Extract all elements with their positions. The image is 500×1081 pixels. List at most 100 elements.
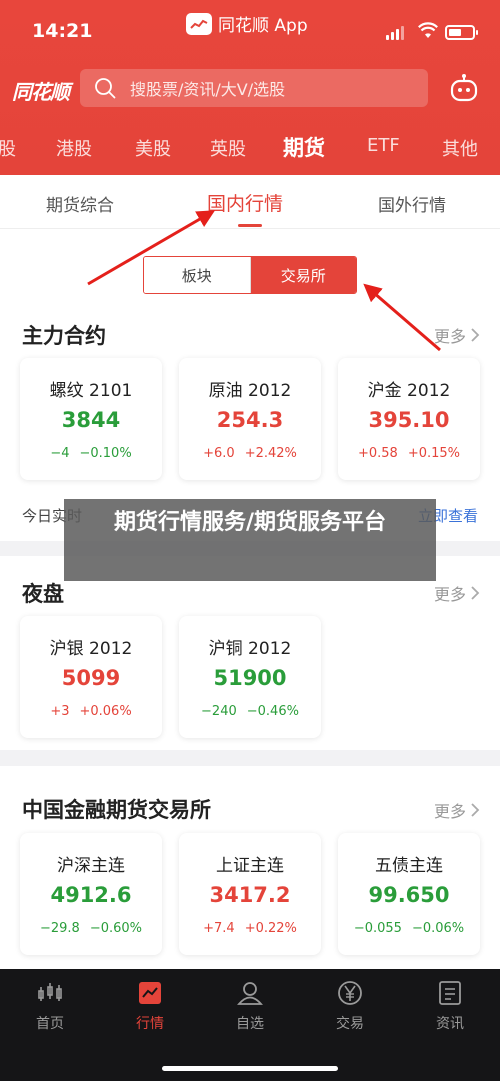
sub-tabs: 期货综合 国内行情 国外行情 — [0, 175, 500, 229]
quote-name: 原油 2012 — [208, 381, 292, 401]
quote-change-pct: −0.10% — [79, 446, 132, 461]
quote-price: 3417.2 — [209, 883, 291, 907]
tab-etf[interactable]: ETF — [367, 135, 400, 156]
quote-name: 沪银 2012 — [49, 639, 133, 659]
section-cffex: 中国金融期货交易所 更多 沪深主连 4912.6 −29.8 −0.60% 上证主… — [0, 766, 500, 969]
quote-change: +7.4 +0.22% — [179, 921, 321, 936]
quote-change: +6.0 +2.42% — [179, 446, 321, 461]
tab-futures-overview[interactable]: 期货综合 — [46, 191, 114, 216]
quote-name: 沪金 2012 — [367, 381, 451, 401]
tab-futures[interactable]: 期货 — [283, 132, 325, 162]
quote-change-pct: −0.46% — [246, 704, 299, 719]
more-label: 更多 — [433, 802, 466, 821]
chevron-right-icon — [471, 586, 480, 600]
app-logo: 同花顺 — [12, 80, 70, 104]
tab-stocks[interactable]: 股 — [0, 135, 16, 161]
status-time: 14:21 — [32, 20, 93, 42]
tab-domestic[interactable]: 国内行情 — [207, 189, 283, 216]
more-link[interactable]: 更多 — [434, 323, 480, 347]
quote-change-pct: +0.22% — [244, 921, 297, 936]
segment-sector[interactable]: 板块 — [144, 257, 251, 293]
quote-card[interactable]: 五债主连 99.650 −0.055 −0.06% — [338, 833, 480, 955]
tab-uk[interactable]: 英股 — [210, 135, 246, 161]
quote-change-value: +6.0 — [203, 446, 235, 461]
quote-name: 螺纹 2101 — [49, 381, 133, 401]
quote-change: −240 −0.46% — [179, 704, 321, 719]
home-indicator — [162, 1066, 338, 1071]
quote-change-pct: −0.60% — [89, 921, 143, 936]
quote-price: 254.3 — [216, 408, 284, 432]
tab-hk[interactable]: 港股 — [56, 135, 92, 161]
status-app: 同花顺 App — [186, 11, 308, 36]
user-icon — [237, 982, 263, 1005]
tab-foreign[interactable]: 国外行情 — [378, 191, 446, 216]
quote-price: 3844 — [61, 408, 121, 432]
status-bar: 14:21 同花顺 App — [0, 0, 500, 60]
nav-label: 行情 — [136, 1016, 164, 1032]
nav-label: 首页 — [36, 1016, 64, 1032]
more-link[interactable]: 更多 — [434, 798, 480, 822]
quote-name: 五债主连 — [375, 856, 443, 876]
more-label: 更多 — [433, 327, 466, 346]
market-chart-icon — [139, 982, 161, 1004]
quote-change: −4 −0.10% — [20, 446, 162, 461]
quote-card[interactable]: 沪金 2012 395.10 +0.58 +0.15% — [338, 358, 480, 480]
nav-trade[interactable]: 交易 — [320, 979, 380, 1033]
tab-other[interactable]: 其他 — [442, 135, 478, 161]
market-tabs: 股 港股 美股 英股 期货 ETF 其他 — [0, 127, 500, 167]
nav-label: 资讯 — [436, 1016, 464, 1032]
signal-icon — [386, 26, 404, 40]
search-icon — [95, 78, 116, 99]
quote-price: 99.650 — [368, 883, 450, 907]
quote-price: 51900 — [213, 666, 287, 690]
search-placeholder: 搜股票/资讯/大V/选股 — [130, 80, 286, 99]
nav-home[interactable]: 首页 — [20, 979, 80, 1033]
section-title: 中国金融期货交易所 — [22, 798, 211, 822]
bottom-nav: 首页 行情 自选 交易 资讯 — [0, 969, 500, 1081]
nav-watchlist[interactable]: 自选 — [220, 979, 280, 1033]
nav-label: 自选 — [236, 1016, 264, 1032]
more-link[interactable]: 更多 — [434, 581, 480, 605]
quote-name: 上证主连 — [216, 856, 284, 876]
status-app-name: 同花顺 App — [218, 16, 308, 36]
overlay-caption: 期货行情服务/期货服务平台 — [64, 499, 436, 581]
robot-icon[interactable] — [448, 72, 480, 104]
quote-price: 395.10 — [368, 408, 450, 432]
quote-price: 4912.6 — [50, 883, 132, 907]
quote-card[interactable]: 螺纹 2101 3844 −4 −0.10% — [20, 358, 162, 480]
segment-area: 板块 交易所 — [0, 229, 500, 309]
app-badge-icon — [186, 12, 212, 35]
nav-news[interactable]: 资讯 — [420, 979, 480, 1033]
battery-icon — [445, 25, 478, 40]
section-title: 主力合约 — [22, 324, 106, 348]
nav-market[interactable]: 行情 — [120, 979, 180, 1033]
segment-exchange[interactable]: 交易所 — [250, 257, 356, 293]
quote-change-value: −240 — [201, 704, 237, 719]
quote-change: +0.58 +0.15% — [338, 446, 480, 461]
nav-label: 交易 — [336, 1016, 364, 1032]
quote-change-pct: +0.06% — [79, 704, 132, 719]
quote-name: 沪深主连 — [57, 856, 125, 876]
quote-change-value: +3 — [50, 704, 70, 719]
futures-screen: 14:21 同花顺 App 同花顺 搜股票/资讯/大V/选股 股 港股 美股 英… — [0, 0, 500, 1081]
home-chart-icon — [38, 983, 62, 1001]
quote-change-value: +7.4 — [203, 921, 235, 936]
search-input[interactable]: 搜股票/资讯/大V/选股 — [80, 69, 428, 107]
yen-icon — [338, 981, 362, 1005]
quote-change-pct: −0.06% — [411, 921, 465, 936]
section-night-session: 夜盘 更多 沪银 2012 5099 +3 +0.06% 沪铜 2012 5190… — [0, 556, 500, 750]
wifi-icon — [418, 22, 438, 38]
more-label: 更多 — [433, 585, 466, 604]
quote-name: 沪铜 2012 — [208, 639, 292, 659]
quote-change: +3 +0.06% — [20, 704, 162, 719]
quote-card[interactable]: 沪深主连 4912.6 −29.8 −0.60% — [20, 833, 162, 955]
quote-card[interactable]: 原油 2012 254.3 +6.0 +2.42% — [179, 358, 321, 480]
header: 14:21 同花顺 App 同花顺 搜股票/资讯/大V/选股 股 港股 美股 英… — [0, 0, 500, 175]
quote-card[interactable]: 沪银 2012 5099 +3 +0.06% — [20, 616, 162, 738]
quote-change: −29.8 −0.60% — [20, 921, 162, 936]
quote-change-pct: +0.15% — [407, 446, 461, 461]
quote-card[interactable]: 上证主连 3417.2 +7.4 +0.22% — [179, 833, 321, 955]
segment-control: 板块 交易所 — [143, 256, 357, 294]
tab-us[interactable]: 美股 — [135, 135, 171, 161]
quote-card[interactable]: 沪铜 2012 51900 −240 −0.46% — [179, 616, 321, 738]
